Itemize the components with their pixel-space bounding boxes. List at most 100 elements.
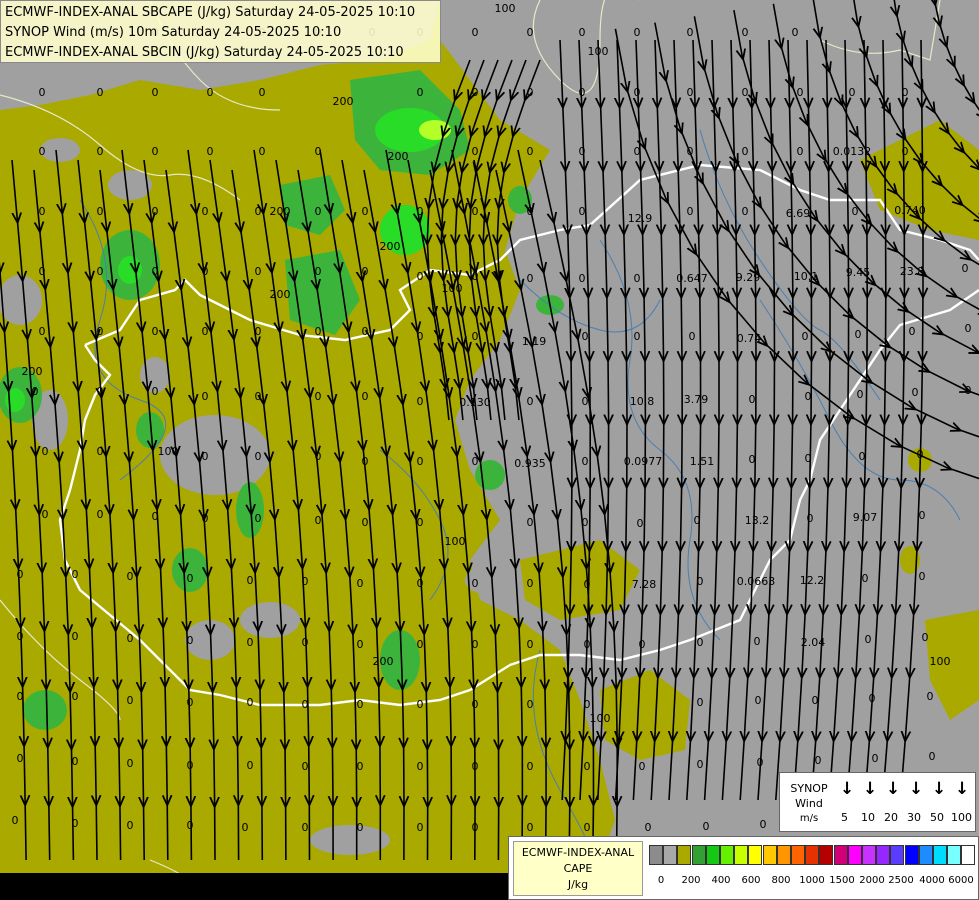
- sbcin-value: 0: [472, 455, 479, 468]
- sbcin-value: 100: [495, 2, 516, 15]
- sbcin-value: 0: [472, 26, 479, 39]
- sbcin-value: 0: [645, 821, 652, 834]
- sbcin-value: 0: [72, 630, 79, 643]
- cape-peak-patch-north: [419, 120, 451, 140]
- wind-legend-value: 5: [841, 811, 848, 824]
- sbcin-value: 0: [357, 760, 364, 773]
- wind-legend-value: 100: [951, 811, 972, 824]
- sbcin-value: 7.28: [632, 578, 657, 591]
- cape-zero-patch: [0, 275, 42, 325]
- sbcin-value: 0: [255, 325, 262, 338]
- sbcin-value: 0: [634, 330, 641, 343]
- cape-legend-unit: J/kg: [567, 878, 589, 891]
- sbcin-value: 0.935: [514, 457, 546, 470]
- cape-swatch: [961, 845, 976, 865]
- cape-swatch: [663, 845, 678, 865]
- sbcin-value: 0: [255, 265, 262, 278]
- sbcin-value: 0: [152, 265, 159, 278]
- cape-swatch: [890, 845, 905, 865]
- sbcin-value: 0: [207, 86, 214, 99]
- sbcin-value: 0: [127, 757, 134, 770]
- sbcin-value: 0: [302, 698, 309, 711]
- cape-legend-title: ECMWF-INDEX-ANAL CAPE J/kg: [513, 841, 643, 896]
- sbcin-value: 0: [527, 698, 534, 711]
- sbcin-value: 0: [862, 572, 869, 585]
- sbcin-value: 0: [152, 385, 159, 398]
- sbcin-value: 0: [187, 634, 194, 647]
- sbcin-value: 0: [42, 445, 49, 458]
- sbcin-value: 0: [919, 570, 926, 583]
- cape-tick: 2500: [888, 875, 914, 886]
- sbcin-value: 0: [812, 694, 819, 707]
- sbcin-value: 0: [357, 821, 364, 834]
- wind-arrow-icon: ↓: [863, 779, 878, 799]
- sbcin-value: 0: [202, 205, 209, 218]
- wind-arrow-icon: ↓: [840, 779, 855, 799]
- wind-legend-unit: m/s: [799, 813, 819, 824]
- sbcin-value: 12.2: [800, 574, 825, 587]
- wind-legend-wind: Wind: [795, 797, 823, 810]
- sbcin-value: 0: [852, 205, 859, 218]
- cape-swatch: [791, 845, 805, 865]
- sbcin-value: 0: [797, 86, 804, 99]
- sbcin-value: 0: [259, 86, 266, 99]
- wind-legend-value: 30: [907, 811, 921, 824]
- sbcin-value: 100: [445, 535, 466, 548]
- sbcin-value: 0: [472, 577, 479, 590]
- sbcin-value: 0: [527, 272, 534, 285]
- sbcin-value: 2.04: [801, 636, 826, 649]
- sbcin-value: 1.51: [690, 455, 715, 468]
- sbcin-value: 0: [579, 26, 586, 39]
- sbcin-value: 0: [472, 821, 479, 834]
- sbcin-value: 0: [127, 694, 134, 707]
- sbcin-value: 0: [39, 325, 46, 338]
- sbcin-value: 0: [757, 756, 764, 769]
- sbcin-value: 0: [582, 395, 589, 408]
- sbcin-value: 0: [17, 752, 24, 765]
- sbcin-value: 0: [17, 690, 24, 703]
- sbcin-value: 0: [302, 636, 309, 649]
- sbcin-value: 0: [694, 514, 701, 527]
- sbcin-value: 0: [527, 821, 534, 834]
- sbcin-value: 0: [362, 325, 369, 338]
- cape-swatch: [904, 845, 919, 865]
- sbcin-value: 0: [259, 145, 266, 158]
- sbcin-value: 0: [472, 86, 479, 99]
- sbcin-value: 0: [362, 516, 369, 529]
- sbcin-value: 0: [472, 205, 479, 218]
- sbcin-value: 0: [584, 821, 591, 834]
- cape-tick: 6000: [948, 875, 974, 886]
- sbcin-value: 0.0663: [737, 575, 776, 588]
- cape-green-patch: [475, 460, 505, 490]
- wind-legend: SYNOP Wind m/s ↓ ↓ ↓ ↓ ↓ ↓ 5 10 20 30 50…: [779, 772, 976, 832]
- sbcin-value: 0: [797, 145, 804, 158]
- sbcin-value: 0: [202, 450, 209, 463]
- sbcin-value: 0: [302, 821, 309, 834]
- cape-swatch: [947, 845, 962, 865]
- sbcin-value: 0: [362, 455, 369, 468]
- cape-zero-patch: [40, 138, 80, 162]
- sbcin-value: 0: [315, 450, 322, 463]
- sbcin-value: 0: [755, 694, 762, 707]
- cape-zero-patch: [310, 825, 390, 855]
- wind-legend-label: SYNOP Wind m/s: [784, 781, 834, 826]
- sbcin-value: 0: [689, 330, 696, 343]
- wind-legend-value: 10: [861, 811, 875, 824]
- sbcin-value: 0: [72, 817, 79, 830]
- sbcin-value: 0: [315, 514, 322, 527]
- sbcin-value: 100: [158, 445, 179, 458]
- cape-swatch: [819, 845, 834, 865]
- sbcin-value: 0: [472, 638, 479, 651]
- sbcin-value: 0: [187, 819, 194, 832]
- sbcin-value: 0: [152, 325, 159, 338]
- sbcin-value: 9.45: [846, 266, 871, 279]
- sbcin-value: 0: [527, 577, 534, 590]
- sbcin-value: 0: [417, 698, 424, 711]
- sbcin-value: 0: [187, 696, 194, 709]
- sbcin-value: 0: [417, 577, 424, 590]
- map-title-box: ECMWF-INDEX-ANAL SBCAPE (J/kg) Saturday …: [0, 0, 441, 63]
- sbcin-value: 0: [417, 86, 424, 99]
- cape-swatch: [862, 845, 876, 865]
- cape-tick: 1000: [799, 875, 825, 886]
- sbcin-value: 0: [247, 574, 254, 587]
